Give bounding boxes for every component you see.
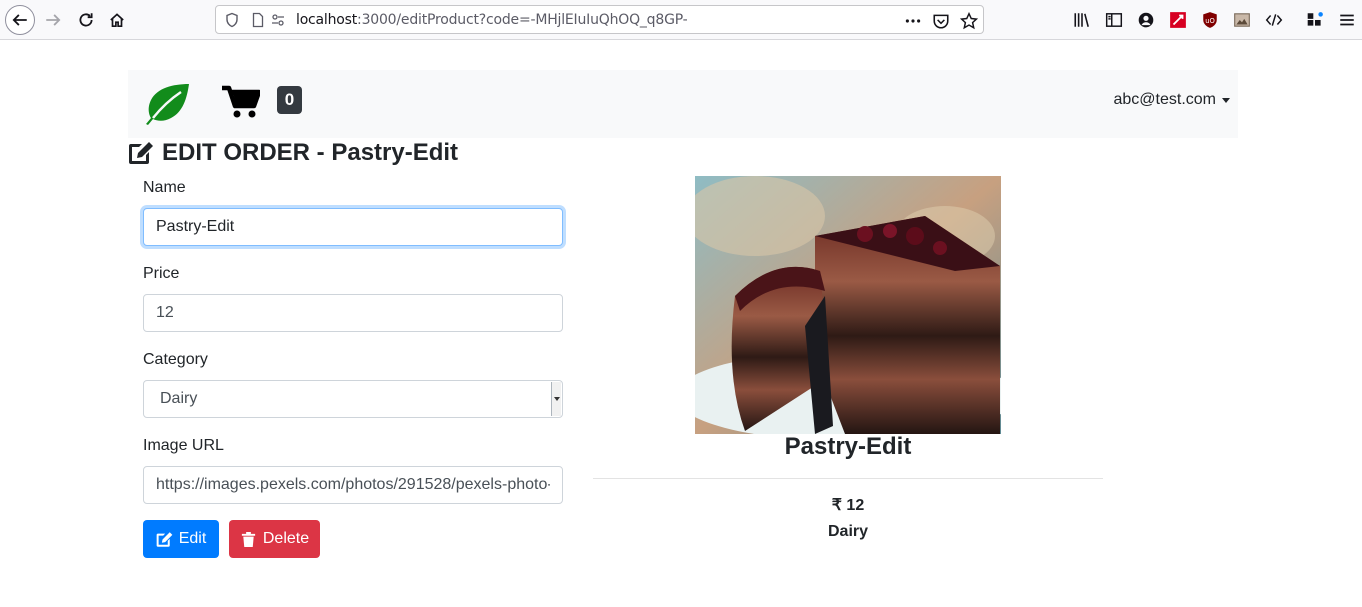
edit-icon [156, 531, 173, 547]
delete-button[interactable]: Delete [229, 520, 320, 558]
account-icon[interactable] [1137, 11, 1155, 29]
category-selected-value: Dairy [160, 390, 198, 407]
edit-button-label: Edit [178, 530, 207, 547]
edit-icon [129, 142, 153, 164]
svg-text:uO: uO [1205, 17, 1215, 25]
user-email: abc@test.com [1113, 91, 1217, 108]
home-icon [110, 13, 124, 28]
shield-icon[interactable] [224, 12, 240, 28]
extensions-icon[interactable] [1306, 11, 1324, 29]
image-url-field[interactable] [143, 466, 563, 504]
image-url-input[interactable] [156, 476, 550, 494]
leaf-logo-icon[interactable] [143, 82, 191, 126]
library-icon[interactable] [1073, 11, 1091, 29]
arrow-right-icon [46, 14, 61, 26]
price-label: Price [143, 265, 180, 282]
arrow-left-icon [12, 14, 27, 26]
preview-product-name: Pastry-Edit [784, 433, 912, 460]
price-input[interactable] [156, 304, 550, 322]
app-navbar: 0 abc@test.com [128, 70, 1238, 138]
reload-icon [79, 13, 93, 27]
image-extension-icon[interactable] [1233, 11, 1251, 29]
ublock-icon[interactable]: uO [1201, 11, 1219, 29]
category-label: Category [143, 351, 208, 368]
back-button[interactable] [5, 5, 35, 35]
delete-button-label: Delete [262, 530, 310, 547]
select-arrow-icon[interactable] [551, 382, 561, 416]
pocket-icon[interactable] [932, 12, 950, 30]
url-text[interactable]: localhost:3000/editProduct?code=-MHjlEIu… [296, 12, 688, 28]
page-title-text: EDIT ORDER - Pastry-Edit [162, 139, 459, 166]
category-select[interactable]: Dairy [143, 380, 563, 418]
preview-category: Dairy [827, 523, 869, 540]
product-image [695, 176, 1001, 434]
bookmark-star-icon[interactable] [960, 12, 978, 30]
shopping-cart-icon[interactable] [222, 85, 260, 119]
permissions-icon[interactable] [270, 12, 286, 28]
preview-price: ₹ 12 [593, 495, 1103, 515]
name-label: Name [143, 179, 186, 196]
edit-button[interactable]: Edit [143, 520, 219, 558]
preview-price-value: 12 [846, 497, 865, 514]
price-field[interactable] [143, 294, 563, 332]
menu-icon[interactable] [1338, 11, 1356, 29]
extension-red-icon[interactable] [1169, 11, 1187, 29]
reload-button[interactable] [71, 5, 101, 35]
forward-button[interactable] [38, 5, 68, 35]
rupee-icon: ₹ [831, 497, 842, 514]
user-dropdown[interactable]: abc@test.com [1113, 91, 1230, 109]
trash-icon [241, 531, 255, 547]
url-host: localhost [296, 12, 358, 28]
page-icon [252, 12, 264, 28]
cart-count-badge: 0 [277, 86, 302, 114]
address-bar[interactable]: localhost:3000/editProduct?code=-MHjlEIu… [215, 5, 984, 34]
url-path: :3000/editProduct?code=-MHjlEIuIuQhOQ_q8… [357, 12, 688, 28]
browser-toolbar: localhost:3000/editProduct?code=-MHjlEIu… [0, 0, 1362, 40]
home-button[interactable] [102, 5, 132, 35]
caret-down-icon [1222, 97, 1230, 103]
sidebar-icon[interactable] [1105, 11, 1123, 29]
divider [593, 478, 1103, 479]
devtools-icon[interactable] [1265, 11, 1283, 29]
name-input[interactable] [156, 218, 550, 236]
page-title: EDIT ORDER - Pastry-Edit [128, 139, 458, 167]
name-field[interactable] [143, 208, 563, 246]
more-actions-icon[interactable] [904, 12, 922, 30]
image-url-label: Image URL [143, 437, 224, 454]
